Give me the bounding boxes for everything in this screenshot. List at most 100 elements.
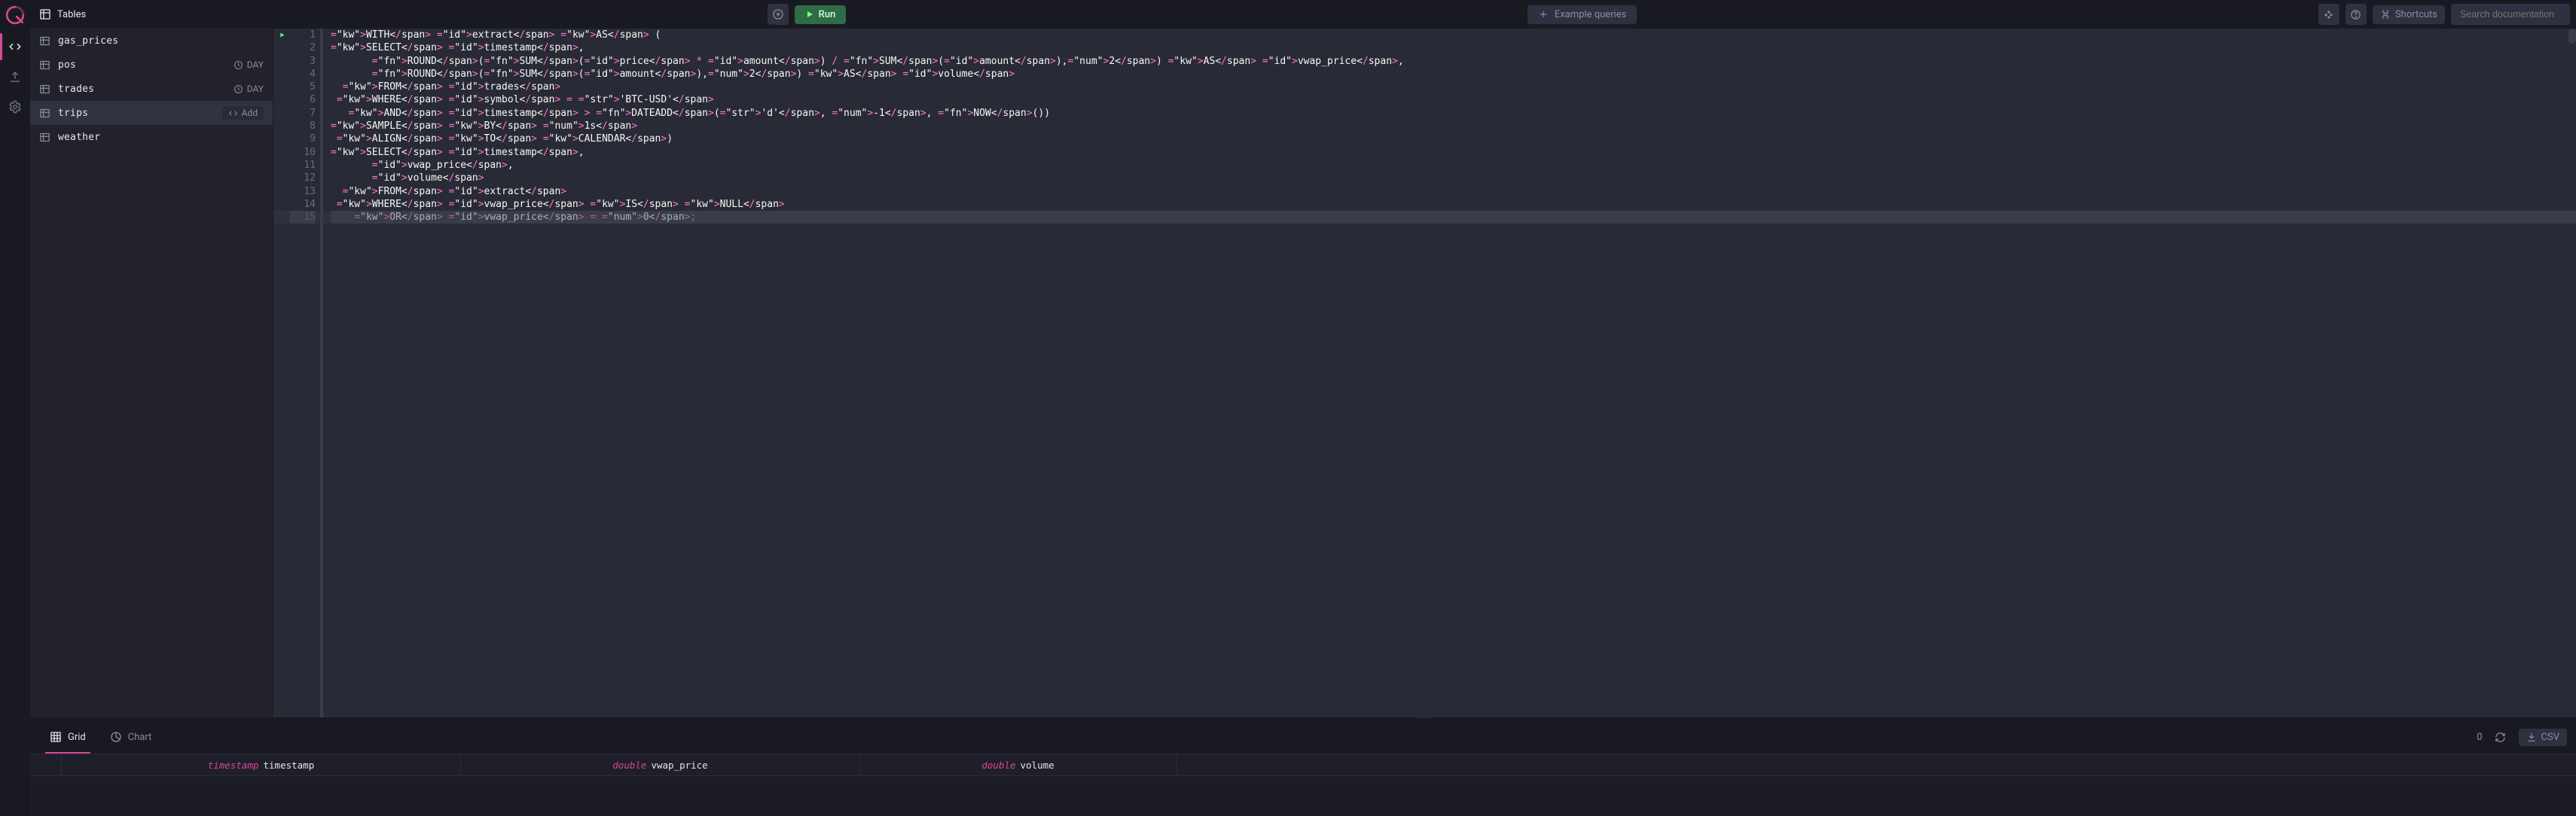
- code-line[interactable]: ="kw">ALIGN</span> ="kw">TO</span> ="kw"…: [331, 132, 2576, 145]
- code-line[interactable]: ="kw">WHERE</span> ="id">symbol</span> =…: [331, 93, 2576, 106]
- add-column-button[interactable]: Add: [222, 106, 264, 120]
- gutter-run-line[interactable]: [273, 185, 290, 198]
- code-line[interactable]: ="fn">ROUND</span>(="fn">SUM</span>(="id…: [331, 68, 2576, 81]
- shortcuts-label: Shortcuts: [2395, 9, 2437, 20]
- code-line[interactable]: ="kw">AND</span> ="id">timestamp</span> …: [331, 107, 2576, 120]
- code-line[interactable]: ="kw">FROM</span> ="id">extract</span>: [331, 185, 2576, 198]
- code-line[interactable]: ="fn">ROUND</span>(="fn">SUM</span>(="id…: [331, 55, 2576, 68]
- gutter-run-line[interactable]: [273, 120, 290, 132]
- plus-circle-icon: [772, 8, 784, 20]
- add-tab-button[interactable]: [768, 4, 789, 25]
- tables-panel: gas_pricesposDAYtradesDAYtripsAddweather…: [30, 29, 273, 717]
- code-line[interactable]: ="kw">WHERE</span> ="id">vwap_price</spa…: [331, 198, 2576, 211]
- gutter-run-line[interactable]: [273, 159, 290, 172]
- export-csv-label: CSV: [2541, 732, 2559, 743]
- top-bar: Tables Run Example queries Shortcuts: [30, 0, 2576, 29]
- line-number: 3: [290, 55, 316, 68]
- row-count: 0: [2477, 732, 2482, 743]
- table-item-gas_prices[interactable]: gas_prices: [30, 29, 273, 53]
- gutter-run-line[interactable]: [273, 93, 290, 106]
- run-button[interactable]: Run: [795, 5, 847, 24]
- rail-code-button[interactable]: [0, 33, 30, 60]
- shortcuts-button[interactable]: Shortcuts: [2373, 5, 2445, 24]
- line-number: 11: [290, 159, 316, 172]
- line-number: 9: [290, 132, 316, 145]
- code-line[interactable]: ="kw">OR</span> ="id">vwap_price</span> …: [331, 211, 2576, 224]
- code-icon: [228, 108, 238, 118]
- tables-heading: Tables: [39, 8, 86, 20]
- gutter-run-line[interactable]: [273, 29, 290, 41]
- search-documentation-input[interactable]: [2458, 8, 2562, 20]
- table-icon: [39, 8, 51, 20]
- line-number: 13: [290, 185, 316, 198]
- gutter-run-line[interactable]: [273, 146, 290, 159]
- tab-chart-label: Chart: [128, 732, 152, 743]
- code-line[interactable]: ="kw">SAMPLE</span> ="kw">BY</span> ="nu…: [331, 120, 2576, 132]
- left-rail: [0, 29, 30, 816]
- line-number: 5: [290, 81, 316, 93]
- table-item-trades[interactable]: tradesDAY: [30, 77, 273, 101]
- tables-heading-label: Tables: [57, 9, 86, 20]
- example-queries-button[interactable]: Example queries: [1528, 5, 1637, 24]
- sql-editor[interactable]: 123456789101112131415 ="kw">WITH</span> …: [273, 29, 2576, 717]
- help-button[interactable]: [2346, 4, 2367, 25]
- table-icon: [39, 132, 50, 143]
- gutter-run-line[interactable]: [273, 41, 290, 54]
- line-number: 10: [290, 146, 316, 159]
- table-item-weather[interactable]: weather: [30, 125, 273, 149]
- column-header-vwap_price[interactable]: double vwap_price: [461, 754, 860, 775]
- partition-badge: DAY: [233, 59, 264, 70]
- editor-scrollbar[interactable]: [2568, 29, 2576, 44]
- download-icon: [2526, 732, 2537, 742]
- gutter-run-line[interactable]: [273, 172, 290, 184]
- horizontal-resize-handle[interactable]: ∙∙∙ ∙∙∙: [273, 714, 2576, 720]
- table-item-pos[interactable]: pos DAY: [30, 53, 273, 77]
- table-name: pos: [58, 59, 226, 71]
- gutter-run-line[interactable]: [273, 198, 290, 211]
- tab-grid-label: Grid: [68, 732, 86, 743]
- export-csv-button[interactable]: CSV: [2519, 729, 2567, 746]
- code-line[interactable]: ="kw">SELECT</span> ="id">timestamp</spa…: [331, 41, 2576, 54]
- grid-icon: [50, 731, 62, 743]
- gutter-run-line[interactable]: [273, 55, 290, 68]
- search-documentation[interactable]: [2451, 4, 2570, 25]
- table-icon: [39, 59, 50, 71]
- app-logo[interactable]: [3, 3, 27, 27]
- column-header-timestamp[interactable]: timestamp timestamp: [62, 754, 461, 775]
- refresh-icon: [2495, 732, 2506, 743]
- results-grid[interactable]: [30, 776, 2576, 816]
- rail-settings-button[interactable]: [0, 93, 30, 120]
- tab-chart[interactable]: Chart: [99, 720, 163, 754]
- code-line[interactable]: ="kw">FROM</span> ="id">trades</span>: [331, 81, 2576, 93]
- tab-grid[interactable]: Grid: [39, 720, 96, 754]
- rail-active-indicator: [0, 33, 2, 60]
- gutter-run-line[interactable]: [273, 107, 290, 120]
- pie-chart-icon: [110, 731, 122, 743]
- table-icon: [39, 108, 50, 119]
- code-line[interactable]: ="kw">SELECT</span> ="id">timestamp</spa…: [331, 146, 2576, 159]
- results-panel: Grid Chart 0 CSV timestamp timestampdoub…: [30, 720, 2576, 816]
- table-item-trips[interactable]: trips Add: [30, 101, 273, 125]
- plus-icon: [1538, 9, 1549, 20]
- slack-button[interactable]: [2318, 4, 2339, 25]
- refresh-button[interactable]: [2490, 726, 2511, 747]
- table-name: trips: [58, 108, 215, 119]
- clock-icon: [233, 60, 243, 70]
- gear-icon: [8, 100, 22, 114]
- table-name: gas_prices: [58, 35, 264, 47]
- upload-icon: [8, 70, 22, 84]
- column-header-volume[interactable]: double volume: [860, 754, 1177, 775]
- partition-badge: DAY: [233, 84, 264, 94]
- clock-icon: [233, 84, 243, 94]
- rail-import-button[interactable]: [0, 63, 30, 90]
- example-queries-label: Example queries: [1555, 9, 1627, 20]
- line-number: 4: [290, 68, 316, 81]
- code-line[interactable]: ="id">vwap_price</span>,: [331, 159, 2576, 172]
- results-tabs: Grid Chart 0 CSV: [30, 720, 2576, 754]
- gutter-run-line[interactable]: [273, 68, 290, 81]
- code-line[interactable]: ="kw">WITH</span> ="id">extract</span> =…: [331, 29, 2576, 41]
- gutter-run-line[interactable]: [273, 132, 290, 145]
- run-button-label: Run: [819, 9, 836, 20]
- gutter-run-line[interactable]: [273, 81, 290, 93]
- code-line[interactable]: ="id">volume</span>: [331, 172, 2576, 184]
